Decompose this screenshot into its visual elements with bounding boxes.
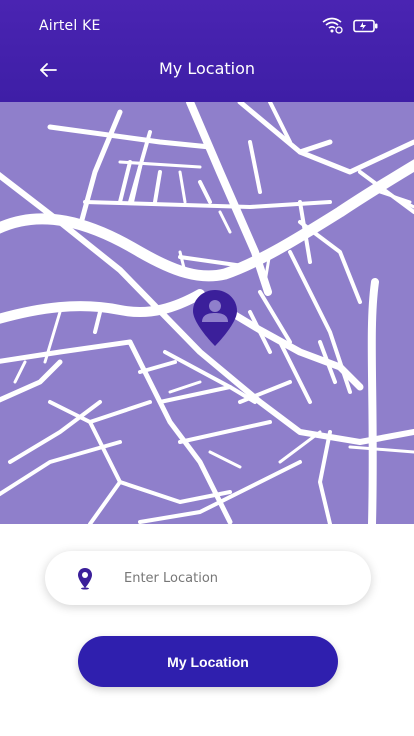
battery-charging-icon	[353, 18, 379, 37]
user-location-pin-icon[interactable]	[190, 288, 240, 348]
status-icons	[321, 16, 379, 38]
my-location-button[interactable]: My Location	[78, 636, 338, 687]
screen: Airtel KE My Location Enter Location My …	[0, 0, 414, 736]
app-header: My Location	[0, 52, 414, 86]
map-pin-icon	[75, 566, 95, 590]
page-title: My Location	[158, 59, 256, 78]
location-search	[45, 551, 371, 605]
top-bar: Airtel KE My Location	[0, 0, 414, 102]
location-input[interactable]	[122, 569, 346, 587]
wifi-icon	[321, 16, 343, 38]
carrier-label: Airtel KE	[39, 18, 101, 34]
map-view[interactable]	[0, 102, 414, 524]
